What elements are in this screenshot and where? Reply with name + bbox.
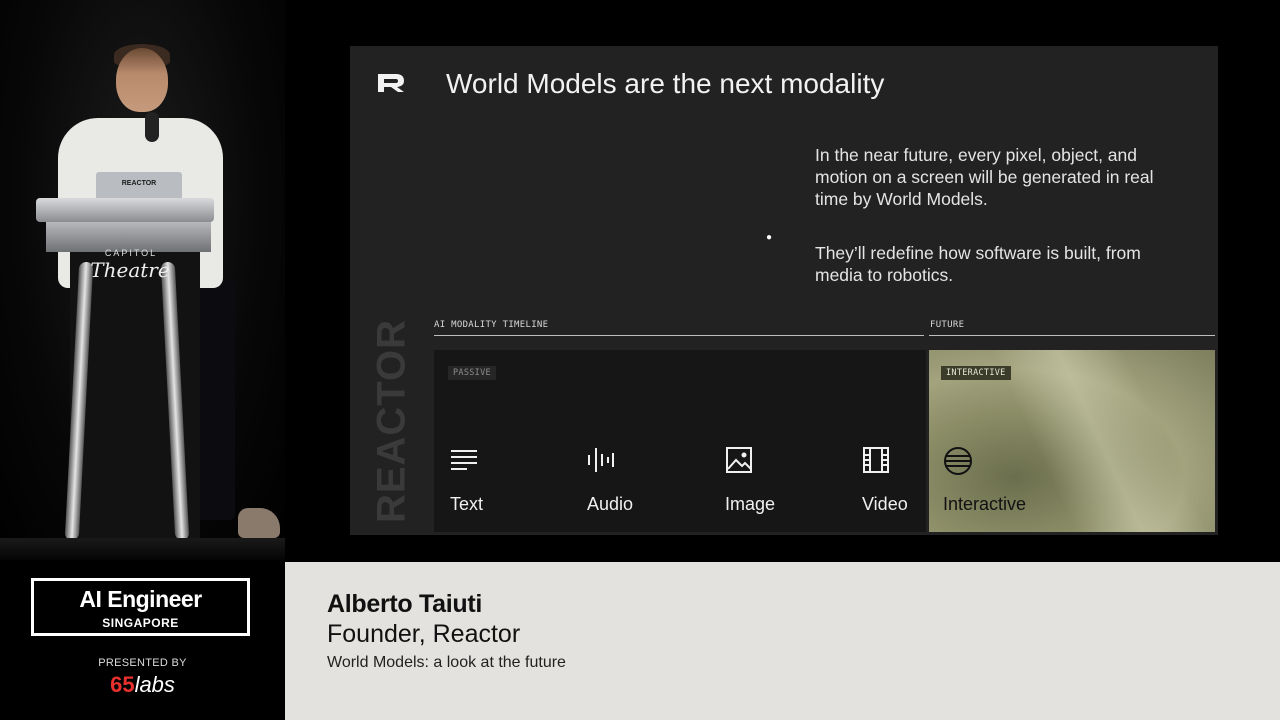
modality-label: Audio [587,494,634,514]
sponsor-number: 65 [110,672,135,697]
reactor-logo-icon [378,74,404,92]
reactor-watermark: REACTOR [368,316,416,526]
podium-brand-top: CAPITOL [104,248,158,258]
ai-engineer-logo: AI Engineer SINGAPORE [31,578,250,636]
event-title: AI Engineer [79,586,202,612]
speaker-camera-view: REACTOR CAPITOL Theatre [0,0,285,560]
watermark-text: REACTOR [369,318,414,524]
mouse-cursor-icon: ● [766,232,773,243]
speaker-head [116,48,168,112]
passive-tag: PASSIVE [448,366,496,380]
sponsor-logo: 65labs [0,672,285,698]
audio-waveform-icon [588,448,614,472]
laptop: REACTOR [96,172,182,200]
speaker-lower-third: Alberto Taiuti Founder, Reactor World Mo… [285,562,1280,720]
event-subtitle: SINGAPORE [102,616,179,630]
presented-by: PRESENTED BY [98,657,187,669]
future-label: FUTURE [930,320,965,330]
slide-title: World Models are the next modality [446,68,885,99]
presentation-slide: World Models are the next modality In th… [350,46,1218,535]
slide-paragraph-2: They’ll redefine how software is built, … [815,243,1141,285]
speaker-shoe [238,508,280,538]
event-branding: AI Engineer SINGAPORE PRESENTED BY 65lab… [0,562,285,720]
timeline-divider [434,335,924,336]
slide-paragraph-1: In the near future, every pixel, object,… [815,145,1154,209]
modality-label: Video [862,494,908,514]
speaker-name: Alberto Taiuti [327,590,483,618]
modality-label: Text [450,494,484,514]
podium-top [36,198,214,222]
future-divider [929,335,1215,336]
talk-title: World Models: a look at the future [327,654,566,671]
text-lines-icon [451,450,477,470]
modality-label: Image [725,494,776,514]
podium-brand: Theatre [90,258,170,282]
passive-panel: PASSIVE [434,350,926,532]
film-strip-icon [863,447,889,473]
stage-floor [0,538,285,560]
sponsor-word: labs [134,672,175,697]
interactive-tag: INTERACTIVE [941,366,1011,380]
image-icon [726,447,752,473]
microphone [145,112,159,142]
timeline-label: AI MODALITY TIMELINE [434,320,549,330]
speaker-role: Founder, Reactor [327,620,521,648]
globe-icon [944,447,972,475]
modality-label: Interactive [943,494,1027,514]
